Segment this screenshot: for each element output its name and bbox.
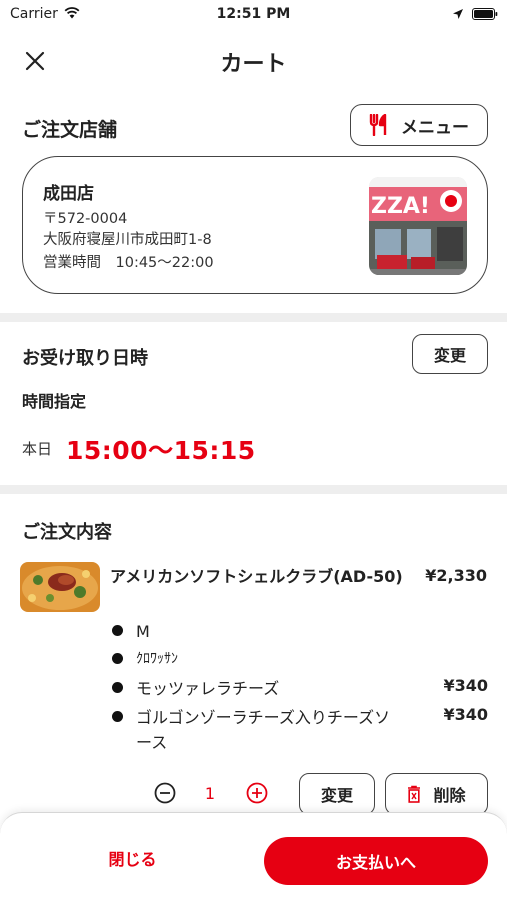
store-photo: ZZA! [369,177,467,275]
item-option: ゴルゴンゾーラチーズ入りチーズソース ¥340 [112,705,488,757]
bullet-icon [112,682,123,693]
bullet-icon [112,711,123,722]
item-option: M [112,619,488,645]
pickup-mode: 時間指定 [22,392,87,411]
store-section-title: ご注文店舗 [22,119,118,141]
bullet-icon [112,653,123,664]
item-option: ｸﾛﾜｯｻﾝ [112,647,488,673]
item-option-label: ｸﾛﾜｯｻﾝ [136,651,178,667]
item-option-price: ¥340 [443,705,488,724]
delete-button-label: 削除 [433,786,466,805]
section-divider [0,485,507,494]
pickup-section-title: お受け取り日時 [22,348,148,369]
trash-icon [408,785,421,803]
item-name: アメリカンソフトシェルクラブ(AD-50) [110,567,403,586]
increase-quantity-icon[interactable] [246,782,268,804]
item-option-label: M [136,622,150,641]
order-section-title: ご注文内容 [22,522,112,543]
store-card[interactable]: 成田店 〒572-0004 大阪府寝屋川市成田町1-8 営業時間 10:45～2… [22,156,488,294]
proceed-to-payment-button[interactable]: お支払いへ [264,837,488,885]
battery-icon [472,8,498,20]
item-option: モッツァレラチーズ ¥340 [112,676,488,702]
cutlery-icon [369,114,387,136]
store-sign-text: ZZA! [371,194,430,219]
item-option-label: モッツァレラチーズ [136,679,280,698]
store-hours: 営業時間 10:45～22:00 [43,255,214,271]
bullet-icon [112,625,123,636]
item-photo [20,562,100,612]
page-title: カート [220,52,287,77]
item-option-price: ¥340 [443,676,488,695]
menu-button[interactable]: メニュー [350,104,488,146]
location-arrow-icon [453,9,463,19]
pickup-day: 本日 [22,440,53,458]
store-postal-code: 〒572-0004 [43,211,128,227]
item-option-label: ゴルゴンゾーラチーズ入りチーズソース [136,708,391,752]
close-button[interactable]: 閉じる [60,837,205,879]
decrease-quantity-icon[interactable] [154,782,176,804]
store-address: 大阪府寝屋川市成田町1-8 [43,232,212,248]
bottom-action-bar: 閉じる お支払いへ [0,812,507,900]
change-item-button[interactable]: 変更 [299,773,375,815]
section-divider [0,313,507,322]
pickup-time: 15:00～15:15 [66,436,256,465]
store-name: 成田店 [43,184,94,204]
item-price: ¥2,330 [425,566,487,585]
change-pickup-button[interactable]: 変更 [412,334,488,374]
quantity-value: 1 [204,784,216,803]
header: カート [0,30,507,90]
menu-button-label: メニュー [401,117,469,138]
status-bar: Carrier 12:51 PM [0,0,507,30]
clock: 12:51 PM [216,6,291,22]
delete-item-button[interactable]: 削除 [385,773,488,815]
